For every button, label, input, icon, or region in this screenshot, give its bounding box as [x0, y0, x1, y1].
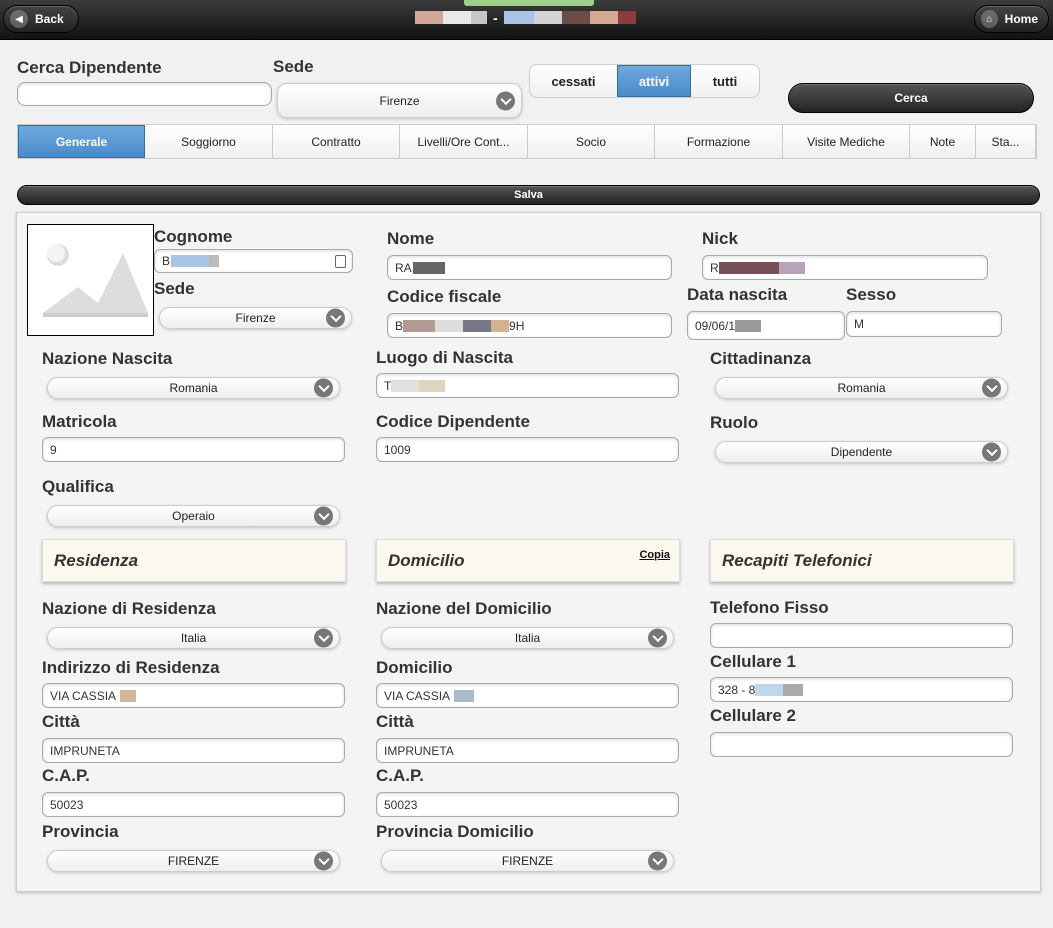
- domicilio-header: Domicilio Copia: [376, 539, 680, 582]
- mobile2-label: Cellulare 2: [710, 706, 796, 725]
- id-card-icon: [335, 255, 346, 268]
- top-bar: ◀ Back - ⌂ Home: [0, 0, 1053, 40]
- recapiti-header: Recapiti Telefonici: [710, 539, 1014, 582]
- chevron-down-icon: [314, 628, 333, 648]
- tab-stato[interactable]: Sta...: [976, 125, 1036, 158]
- person-sede-label: Sede: [154, 279, 195, 298]
- image-placeholder-icon: [43, 244, 148, 317]
- employee-code-input[interactable]: 1009: [376, 437, 679, 462]
- tab-note[interactable]: Note: [910, 125, 976, 158]
- dom-cap-input[interactable]: 50023: [376, 792, 679, 817]
- dom-city-label: Città: [376, 712, 414, 731]
- fixed-phone-label: Telefono Fisso: [710, 598, 829, 617]
- back-arrow-icon: ◀: [10, 10, 28, 28]
- home-icon: ⌂: [981, 10, 998, 28]
- res-city-input[interactable]: IMPRUNETA: [42, 738, 345, 763]
- codice-fiscale-label: Codice fiscale: [387, 287, 502, 306]
- dom-city-input[interactable]: IMPRUNETA: [376, 738, 679, 763]
- tab-soggiorno[interactable]: Soggiorno: [145, 125, 273, 158]
- search-button[interactable]: Cerca: [788, 83, 1034, 113]
- sex-input[interactable]: M: [846, 311, 1002, 337]
- search-sede-label: Sede: [273, 57, 314, 76]
- res-cap-label: C.A.P.: [42, 766, 90, 785]
- tab-visite-mediche[interactable]: Visite Mediche: [783, 125, 910, 158]
- chevron-down-icon: [982, 378, 1001, 398]
- chevron-down-icon: [496, 91, 515, 110]
- birth-nation-label: Nazione Nascita: [42, 349, 173, 368]
- tab-generale[interactable]: Generale: [18, 125, 145, 158]
- res-nation-label: Nazione di Residenza: [42, 599, 216, 618]
- dom-nation-select[interactable]: Italia: [381, 627, 674, 649]
- tab-formazione[interactable]: Formazione: [655, 125, 783, 158]
- qualifica-label: Qualifica: [42, 477, 114, 496]
- filter-cessati[interactable]: cessati: [530, 65, 617, 97]
- chevron-down-icon: [648, 851, 667, 871]
- role-label: Ruolo: [710, 413, 759, 432]
- tab-bar: Generale Soggiorno Contratto Livelli/Ore…: [17, 124, 1037, 159]
- res-cap-input[interactable]: 50023: [42, 792, 345, 817]
- birthplace-input[interactable]: T: [376, 373, 679, 398]
- employee-code-label: Codice Dipendente: [376, 412, 530, 431]
- dom-province-select[interactable]: FIRENZE: [381, 850, 674, 872]
- filter-attivi[interactable]: attivi: [617, 65, 691, 97]
- back-button[interactable]: ◀ Back: [3, 5, 79, 33]
- residenza-header: Residenza: [42, 539, 346, 582]
- mobile1-label: Cellulare 1: [710, 652, 796, 671]
- chevron-down-icon: [326, 308, 345, 328]
- cognome-input[interactable]: BI: [154, 249, 353, 273]
- copy-link[interactable]: Copia: [639, 549, 670, 561]
- sex-label: Sesso: [846, 285, 897, 304]
- tab-indicator: [464, 0, 594, 6]
- dom-province-label: Provincia Domicilio: [376, 822, 534, 841]
- matricola-label: Matricola: [42, 412, 117, 431]
- res-province-select[interactable]: FIRENZE: [47, 850, 340, 872]
- res-city-label: Città: [42, 712, 80, 731]
- tab-socio[interactable]: Socio: [528, 125, 655, 158]
- status-filter: cessati attivi tutti: [529, 64, 760, 98]
- chevron-down-icon: [982, 442, 1001, 462]
- save-button[interactable]: Salva: [17, 185, 1040, 205]
- birth-date-input[interactable]: 09/06/1: [687, 311, 845, 340]
- cognome-label: Cognome: [154, 227, 233, 246]
- fixed-phone-input[interactable]: [710, 623, 1013, 648]
- employee-photo[interactable]: [27, 224, 154, 336]
- res-province-label: Provincia: [42, 822, 119, 841]
- birthplace-label: Luogo di Nascita: [376, 348, 513, 367]
- employee-search-label: Cerca Dipendente: [17, 58, 162, 77]
- citizenship-label: Cittadinanza: [710, 349, 812, 368]
- codice-fiscale-input[interactable]: B 9H: [387, 313, 672, 338]
- tab-livelli[interactable]: Livelli/Ore Cont...: [400, 125, 528, 158]
- page-title: -: [415, 10, 636, 26]
- birth-date-label: Data nascita: [687, 285, 788, 304]
- search-sede-select[interactable]: Firenze: [277, 83, 522, 118]
- tab-contratto[interactable]: Contratto: [273, 125, 400, 158]
- employee-search-input[interactable]: [17, 82, 272, 106]
- nick-label: Nick: [702, 229, 738, 248]
- nome-input[interactable]: RA: [387, 255, 672, 280]
- res-address-input[interactable]: VIA CASSIA: [42, 683, 345, 708]
- birth-nation-select[interactable]: Romania: [47, 377, 340, 399]
- citizenship-select[interactable]: Romania: [715, 377, 1008, 399]
- dom-address-label: Domicilio: [376, 658, 453, 677]
- person-sede-select[interactable]: Firenze: [159, 307, 352, 329]
- chevron-down-icon: [314, 378, 333, 398]
- chevron-down-icon: [314, 506, 333, 526]
- qualifica-select[interactable]: Operaio: [47, 505, 340, 527]
- chevron-down-icon: [648, 628, 667, 648]
- mobile2-input[interactable]: [710, 732, 1013, 757]
- chevron-down-icon: [314, 851, 333, 871]
- matricola-input[interactable]: 9: [42, 437, 345, 462]
- home-button[interactable]: ⌂ Home: [974, 5, 1049, 33]
- res-address-label: Indirizzo di Residenza: [42, 658, 220, 677]
- res-nation-select[interactable]: Italia: [47, 627, 340, 649]
- nome-label: Nome: [387, 229, 435, 248]
- filter-tutti[interactable]: tutti: [691, 65, 759, 97]
- dom-address-input[interactable]: VIA CASSIA: [376, 683, 679, 708]
- nick-input[interactable]: R: [702, 255, 988, 280]
- role-select[interactable]: Dipendente: [715, 441, 1008, 463]
- dom-nation-label: Nazione del Domicilio: [376, 599, 552, 618]
- dom-cap-label: C.A.P.: [376, 766, 424, 785]
- mobile1-input[interactable]: 328 - 8: [710, 677, 1013, 702]
